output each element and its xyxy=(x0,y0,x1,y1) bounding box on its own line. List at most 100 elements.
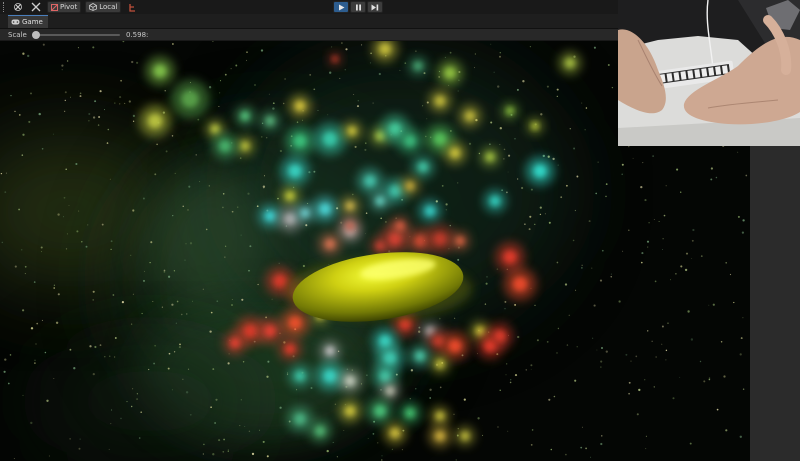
move-tool-icon[interactable] xyxy=(29,1,43,13)
dust-particle xyxy=(75,162,78,166)
pivot-icon xyxy=(51,3,58,11)
scale-bar: Scale 0.598: xyxy=(0,29,618,40)
dust-particle xyxy=(457,182,459,184)
dust-particle xyxy=(154,173,157,176)
dust-particle xyxy=(529,215,532,218)
dust-particle xyxy=(187,209,189,211)
dust-particle xyxy=(277,197,279,200)
dust-particle xyxy=(76,230,79,233)
dust-particle xyxy=(109,178,111,180)
dust-particle xyxy=(174,172,176,174)
scale-slider[interactable] xyxy=(32,30,120,39)
orb-core xyxy=(379,43,391,55)
dust-particle xyxy=(680,265,683,268)
dust-particle xyxy=(739,435,742,438)
dust-particle xyxy=(181,313,183,316)
orb-core xyxy=(345,406,355,416)
dust-particle xyxy=(365,233,366,235)
dust-particle xyxy=(261,136,263,138)
dust-particle xyxy=(120,79,122,82)
dust-particle xyxy=(640,261,643,264)
step-button[interactable] xyxy=(367,1,383,13)
orb-core xyxy=(364,175,376,187)
dust-particle xyxy=(573,147,576,150)
dust-particle xyxy=(415,50,417,52)
dust-particle xyxy=(644,379,646,381)
dust-particle xyxy=(239,425,241,427)
dust-particle xyxy=(499,51,502,54)
dust-particle xyxy=(104,356,106,358)
collab-icon[interactable] xyxy=(125,1,139,13)
dust-particle xyxy=(164,90,166,92)
dust-particle xyxy=(108,448,110,450)
dust-particle xyxy=(189,413,192,416)
dust-particle xyxy=(142,279,146,282)
dust-particle xyxy=(610,273,612,275)
dust-particle xyxy=(263,175,266,177)
dust-particle xyxy=(476,353,479,355)
dust-particle xyxy=(278,262,280,264)
dust-particle xyxy=(65,168,67,170)
dust-particle xyxy=(632,157,634,159)
pivot-button[interactable]: Pivot xyxy=(47,1,82,13)
dust-particle xyxy=(257,283,259,286)
hand-tool-icon[interactable] xyxy=(11,1,25,13)
dust-particle xyxy=(182,378,184,380)
dust-particle xyxy=(628,145,630,148)
dust-particle xyxy=(35,343,37,345)
dust-particle xyxy=(79,95,82,98)
dust-particle xyxy=(119,96,122,99)
grip-icon[interactable] xyxy=(3,2,7,12)
dust-particle xyxy=(179,343,181,346)
gamepad-icon xyxy=(11,19,20,25)
dust-particle xyxy=(214,422,216,424)
dust-particle xyxy=(596,349,598,351)
dust-particle xyxy=(715,176,718,179)
dust-particle xyxy=(101,223,104,226)
dust-particle xyxy=(370,52,372,55)
dust-particle xyxy=(212,453,215,456)
dust-particle xyxy=(104,109,105,111)
dust-particle xyxy=(187,368,190,370)
dust-particle xyxy=(593,304,596,307)
dust-particle xyxy=(517,335,520,339)
dust-particle xyxy=(600,442,603,446)
dust-particle xyxy=(119,103,121,105)
dust-particle xyxy=(621,173,623,176)
dust-particle xyxy=(449,51,452,54)
webcam-feed-icon xyxy=(618,0,800,146)
tab-game[interactable]: Game xyxy=(8,15,48,28)
pause-button[interactable] xyxy=(350,1,366,13)
dust-particle xyxy=(505,374,507,376)
orb-core xyxy=(399,318,411,330)
dust-particle xyxy=(499,389,501,391)
dust-particle xyxy=(665,185,667,187)
dust-particle xyxy=(597,161,599,163)
dust-particle xyxy=(496,268,499,270)
dust-particle xyxy=(652,155,654,157)
dust-particle xyxy=(77,47,79,49)
dust-particle xyxy=(18,114,21,116)
dust-particle xyxy=(729,273,732,276)
orb-core xyxy=(531,122,539,130)
scene-toolbar: Pivot Local xyxy=(0,0,618,14)
orb-core xyxy=(295,101,305,111)
orb-core xyxy=(433,232,447,246)
scale-slider-thumb[interactable] xyxy=(32,30,41,39)
dust-particle xyxy=(584,129,586,131)
dust-particle xyxy=(94,345,97,349)
dust-particle xyxy=(667,322,669,324)
orb-core xyxy=(374,405,386,417)
dust-particle xyxy=(474,53,476,55)
dust-particle xyxy=(284,78,286,80)
play-button[interactable] xyxy=(333,1,349,13)
local-button[interactable]: Local xyxy=(85,1,122,13)
orb-core xyxy=(264,325,276,337)
dust-particle xyxy=(445,209,447,211)
dust-particle xyxy=(227,450,229,452)
dust-particle xyxy=(124,102,126,104)
dust-particle xyxy=(55,321,59,324)
orb-core xyxy=(383,351,397,365)
dust-particle xyxy=(21,309,25,312)
dust-particle xyxy=(302,264,305,268)
